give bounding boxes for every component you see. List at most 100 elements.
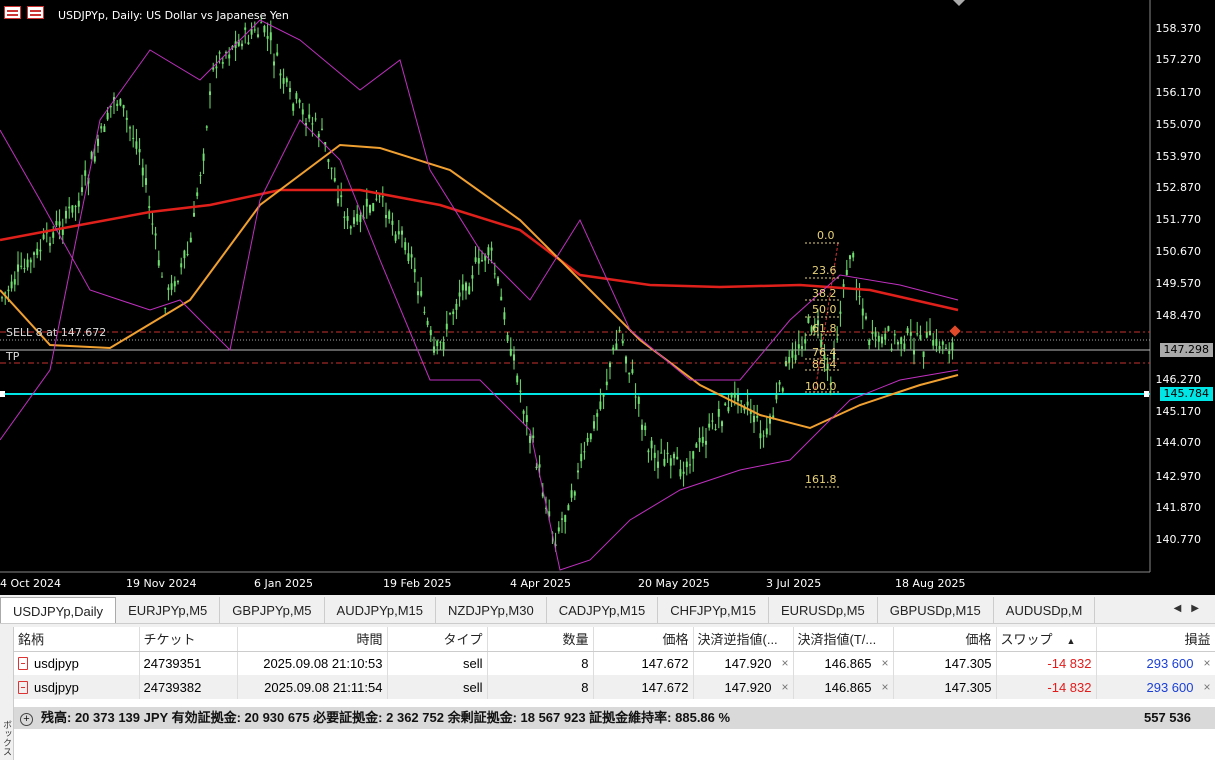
column-header[interactable]: 価格 [893,627,997,652]
candle-body [77,200,80,207]
candle-body [209,91,211,95]
candle-body [49,242,51,246]
candle-body [602,393,605,397]
cell-profit[interactable]: 293 600 × [1096,651,1215,675]
candle-body [740,400,743,402]
candle-body [599,401,602,410]
chart-toolbar-icons[interactable] [4,6,44,19]
candle-body [61,229,64,235]
price-chart[interactable]: USDJPYp, Daily: US Dollar vs Japanese Ye… [0,0,1215,595]
chart-canvas[interactable] [0,0,1215,595]
candle-body [193,212,195,217]
cell-tp[interactable]: 146.865 × [793,651,894,675]
candle-body [445,323,448,330]
date-axis-label: 6 Jan 2025 [254,577,313,590]
candle-body [426,320,429,325]
expand-plus-icon[interactable]: + [20,713,33,726]
chart-tab[interactable]: GBPUSDp,M15 [878,597,994,623]
candle-body [317,133,320,137]
candle-body [129,127,131,129]
column-header[interactable]: 時間 [237,627,388,652]
close-icon[interactable]: × [781,656,788,670]
column-header[interactable]: 価格 [593,627,694,652]
price-axis-label: 151.770 [1155,213,1202,226]
candle-body [439,341,442,343]
chart-tab[interactable]: AUDUSDp,M [994,597,1096,623]
date-axis-label: 19 Feb 2025 [383,577,452,590]
chart-tab[interactable]: USDJPYp,Daily [0,597,117,623]
candle-body [906,328,909,333]
chart-tab[interactable]: EURJPYp,M5 [116,597,221,623]
cell-value: 293 600 [1146,679,1194,695]
cell-value: sell [462,679,483,695]
close-icon[interactable]: × [1203,680,1210,694]
toolbox-side-strip[interactable]: ボックス [0,627,14,760]
chart-tab[interactable]: GBPJPYp,M5 [220,597,325,623]
candle-body [689,464,691,466]
candle-body [698,437,701,443]
candle-body [308,114,311,119]
date-axis-label: 3 Jul 2025 [766,577,822,590]
column-header[interactable]: 数量 [487,627,594,652]
cell-sl[interactable]: 147.920 × [693,675,794,699]
terminal-panel: ボックス 銘柄 チケット 時間 タイプ 数量 価格 決済逆指値(... 決済指値(T/... 価… [0,627,1215,760]
cell-profit[interactable]: 293 600 × [1096,675,1215,699]
close-icon[interactable]: × [1203,656,1210,670]
candle-body [519,390,522,392]
candle-body [279,73,282,76]
column-header[interactable]: タイプ [387,627,488,652]
candle-body [865,316,867,319]
cell-volume: 8 [487,651,594,675]
candle-body [919,334,922,340]
chart-tab[interactable]: CHFJPYp,M15 [658,597,769,623]
chart-tab[interactable]: EURUSDp,M5 [769,597,878,623]
table-header-row: 銘柄 チケット 時間 タイプ 数量 価格 決済逆指値(... 決済指値(T/... 価格 スワップ… [14,627,1215,652]
chart-tab[interactable]: AUDJPYp,M15 [325,597,436,623]
candle-body [916,333,919,335]
candle-body [289,88,291,93]
column-header[interactable]: 損益 [1096,627,1215,652]
chart-tab[interactable]: NZDJPYp,M30 [436,597,547,623]
candle-body [397,231,400,235]
column-header[interactable]: チケット [139,627,238,652]
chart-settings-icon[interactable] [27,6,44,19]
candle-body [42,234,45,239]
candle-body [596,413,599,417]
trade-panel-icon[interactable] [4,6,21,19]
column-header[interactable]: 銘柄 [14,627,140,652]
table-row[interactable]: usdjpyp 24739382 2025.09.08 21:11:54 sell 8 1… [14,675,1215,699]
candle-body [36,248,39,255]
candle-body [202,153,205,161]
candle-body [263,25,266,33]
candle-body [26,259,29,268]
column-header[interactable]: スワップ ▲ [996,627,1097,652]
cell-tp[interactable]: 146.865 × [793,675,894,699]
column-header[interactable]: 決済指値(T/... [793,627,894,652]
close-icon[interactable]: × [881,680,888,694]
sort-ascending-icon[interactable]: ▲ [1067,636,1076,646]
candle-body [618,329,621,331]
candle-body [925,332,928,338]
candle-body [887,326,890,332]
candle-body [625,356,627,364]
candle-body [682,471,685,474]
candle-body [897,341,899,345]
candle-body [506,334,509,341]
candle-body [801,346,803,349]
close-icon[interactable]: × [781,680,788,694]
line-handle-right [1144,391,1149,397]
candle-body [794,354,797,361]
table-row[interactable]: usdjpyp 24739351 2025.09.08 21:10:53 sell 8 1… [14,651,1215,675]
candle-body [343,216,346,218]
candle-body [97,138,99,146]
fib-level-label: 85.4 [812,358,837,371]
column-header[interactable]: 決済逆指値(... [693,627,794,652]
tab-scroll-arrows[interactable]: ◀▶ [1174,603,1209,614]
candle-body [196,192,199,196]
candle-body [861,308,864,316]
candle-body [164,307,167,309]
cell-sl[interactable]: 147.920 × [693,651,794,675]
chart-tab[interactable]: CADJPYp,M15 [547,597,659,623]
candle-body [621,340,624,344]
close-icon[interactable]: × [881,656,888,670]
